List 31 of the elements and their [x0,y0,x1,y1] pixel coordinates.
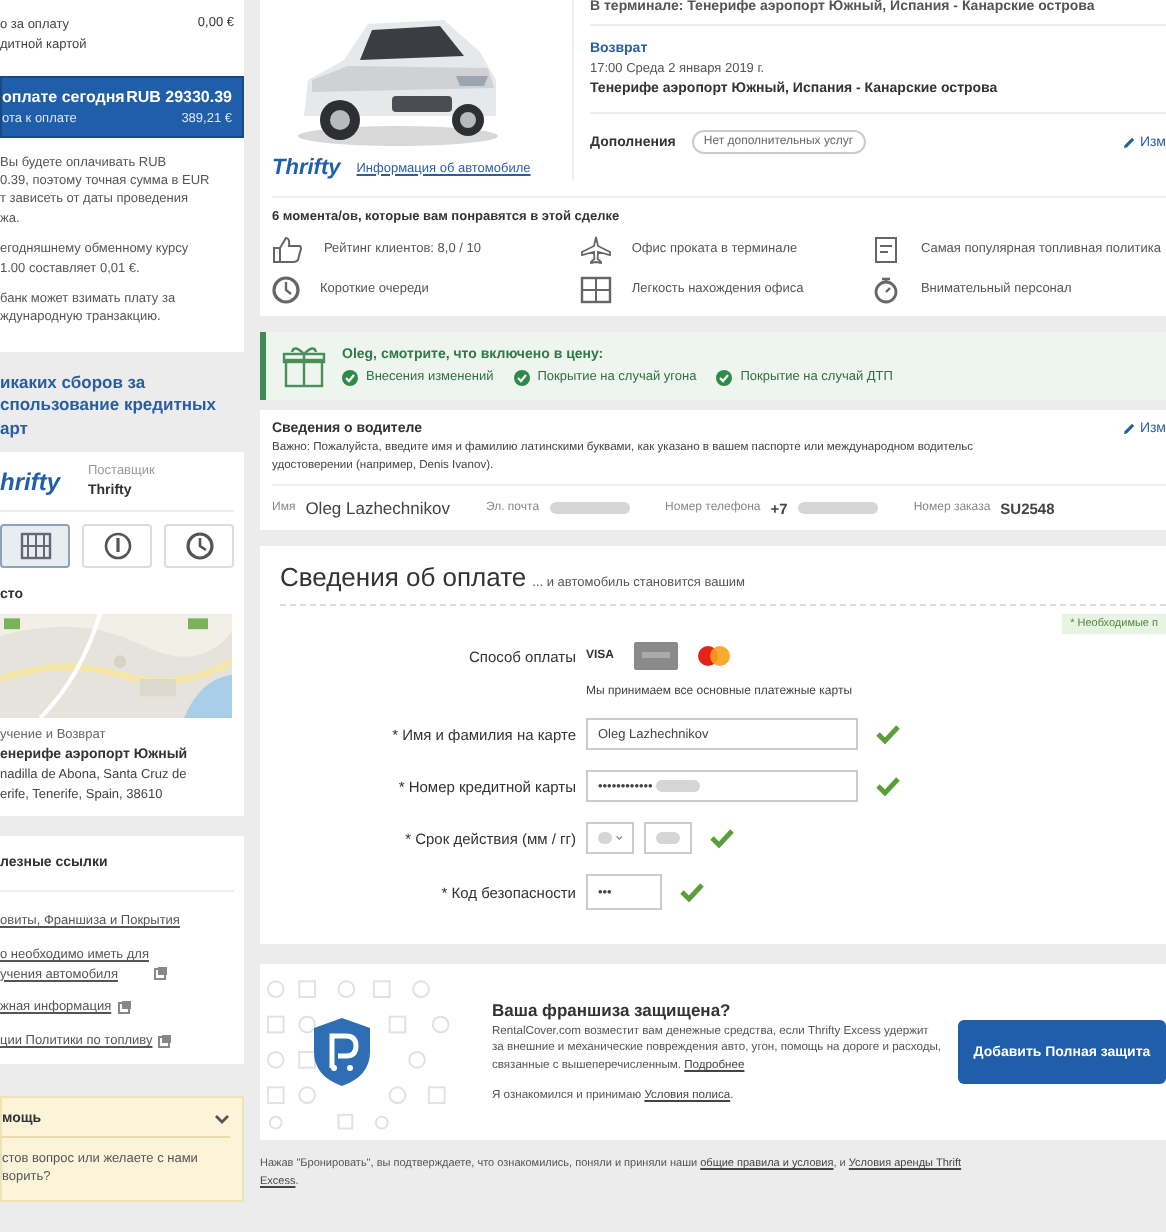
redacted-value [797,502,878,515]
map-icon [579,276,612,304]
clock-icon [185,532,213,561]
chevron-icon[interactable] [214,1113,230,1124]
due-today-title: оплате сегодня [2,87,125,105]
card-icon [634,642,679,671]
supplier-logo: hrifty [0,467,60,496]
supplier-logo: Thrifty [272,156,341,180]
pencil-icon [1121,422,1136,436]
clock-icon [272,276,300,304]
cover-title: Ваша франшиза защищена? [492,1000,733,1021]
mastercard-logo [698,646,731,667]
gift-icon [282,344,326,388]
thumbs-up-icon [272,236,304,264]
due-today-amount: RUB 29330.39 [126,87,232,105]
no-fees-heading: икаких сборов за спользование кредитных арт [0,371,219,441]
check-icon [342,369,358,385]
field-value: Oleg Lazhechnikov [305,498,450,519]
redacted-value [549,502,630,515]
shield-logo [312,1016,372,1089]
check-icon [513,369,530,385]
document-icon [872,236,901,264]
pencil-icon [1121,135,1136,149]
info-icon [103,532,131,561]
view-tab[interactable] [0,524,70,569]
stopwatch-icon [872,276,901,304]
check-icon [716,369,733,385]
year-field[interactable] [644,822,692,855]
payment-title: Сведения об оплате [280,562,527,593]
map-icon [19,532,51,561]
plane-icon [579,236,612,264]
